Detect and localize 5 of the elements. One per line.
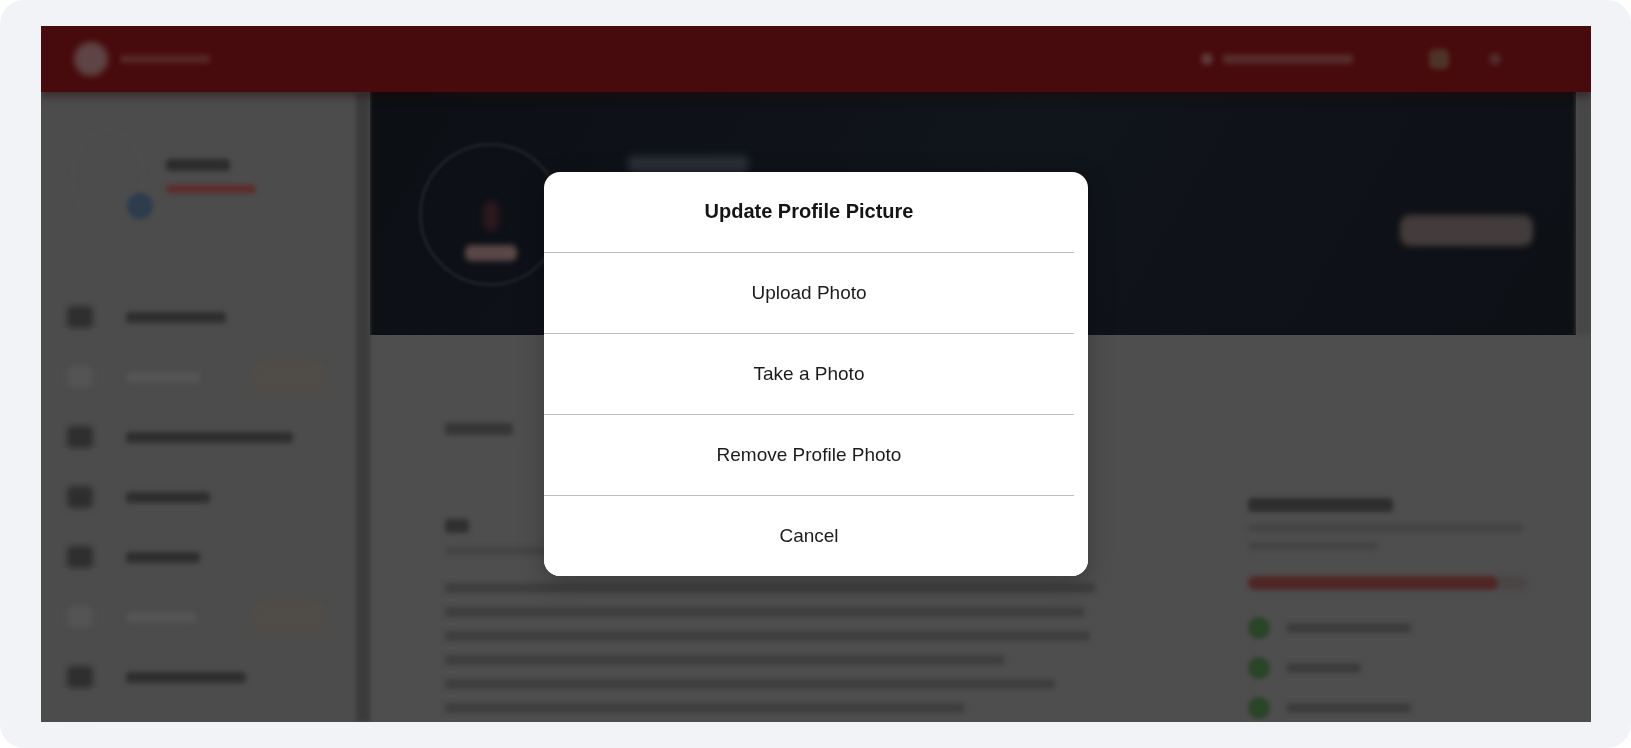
dialog-option-button[interactable]: Upload Photo — [544, 252, 1088, 333]
dialog-option-button[interactable]: Cancel — [544, 495, 1088, 576]
dialog-option-button[interactable]: Take a Photo — [544, 333, 1088, 414]
dialog-title: Update Profile Picture — [704, 200, 914, 223]
dialog-option-button[interactable]: Remove Profile Photo — [544, 414, 1088, 495]
